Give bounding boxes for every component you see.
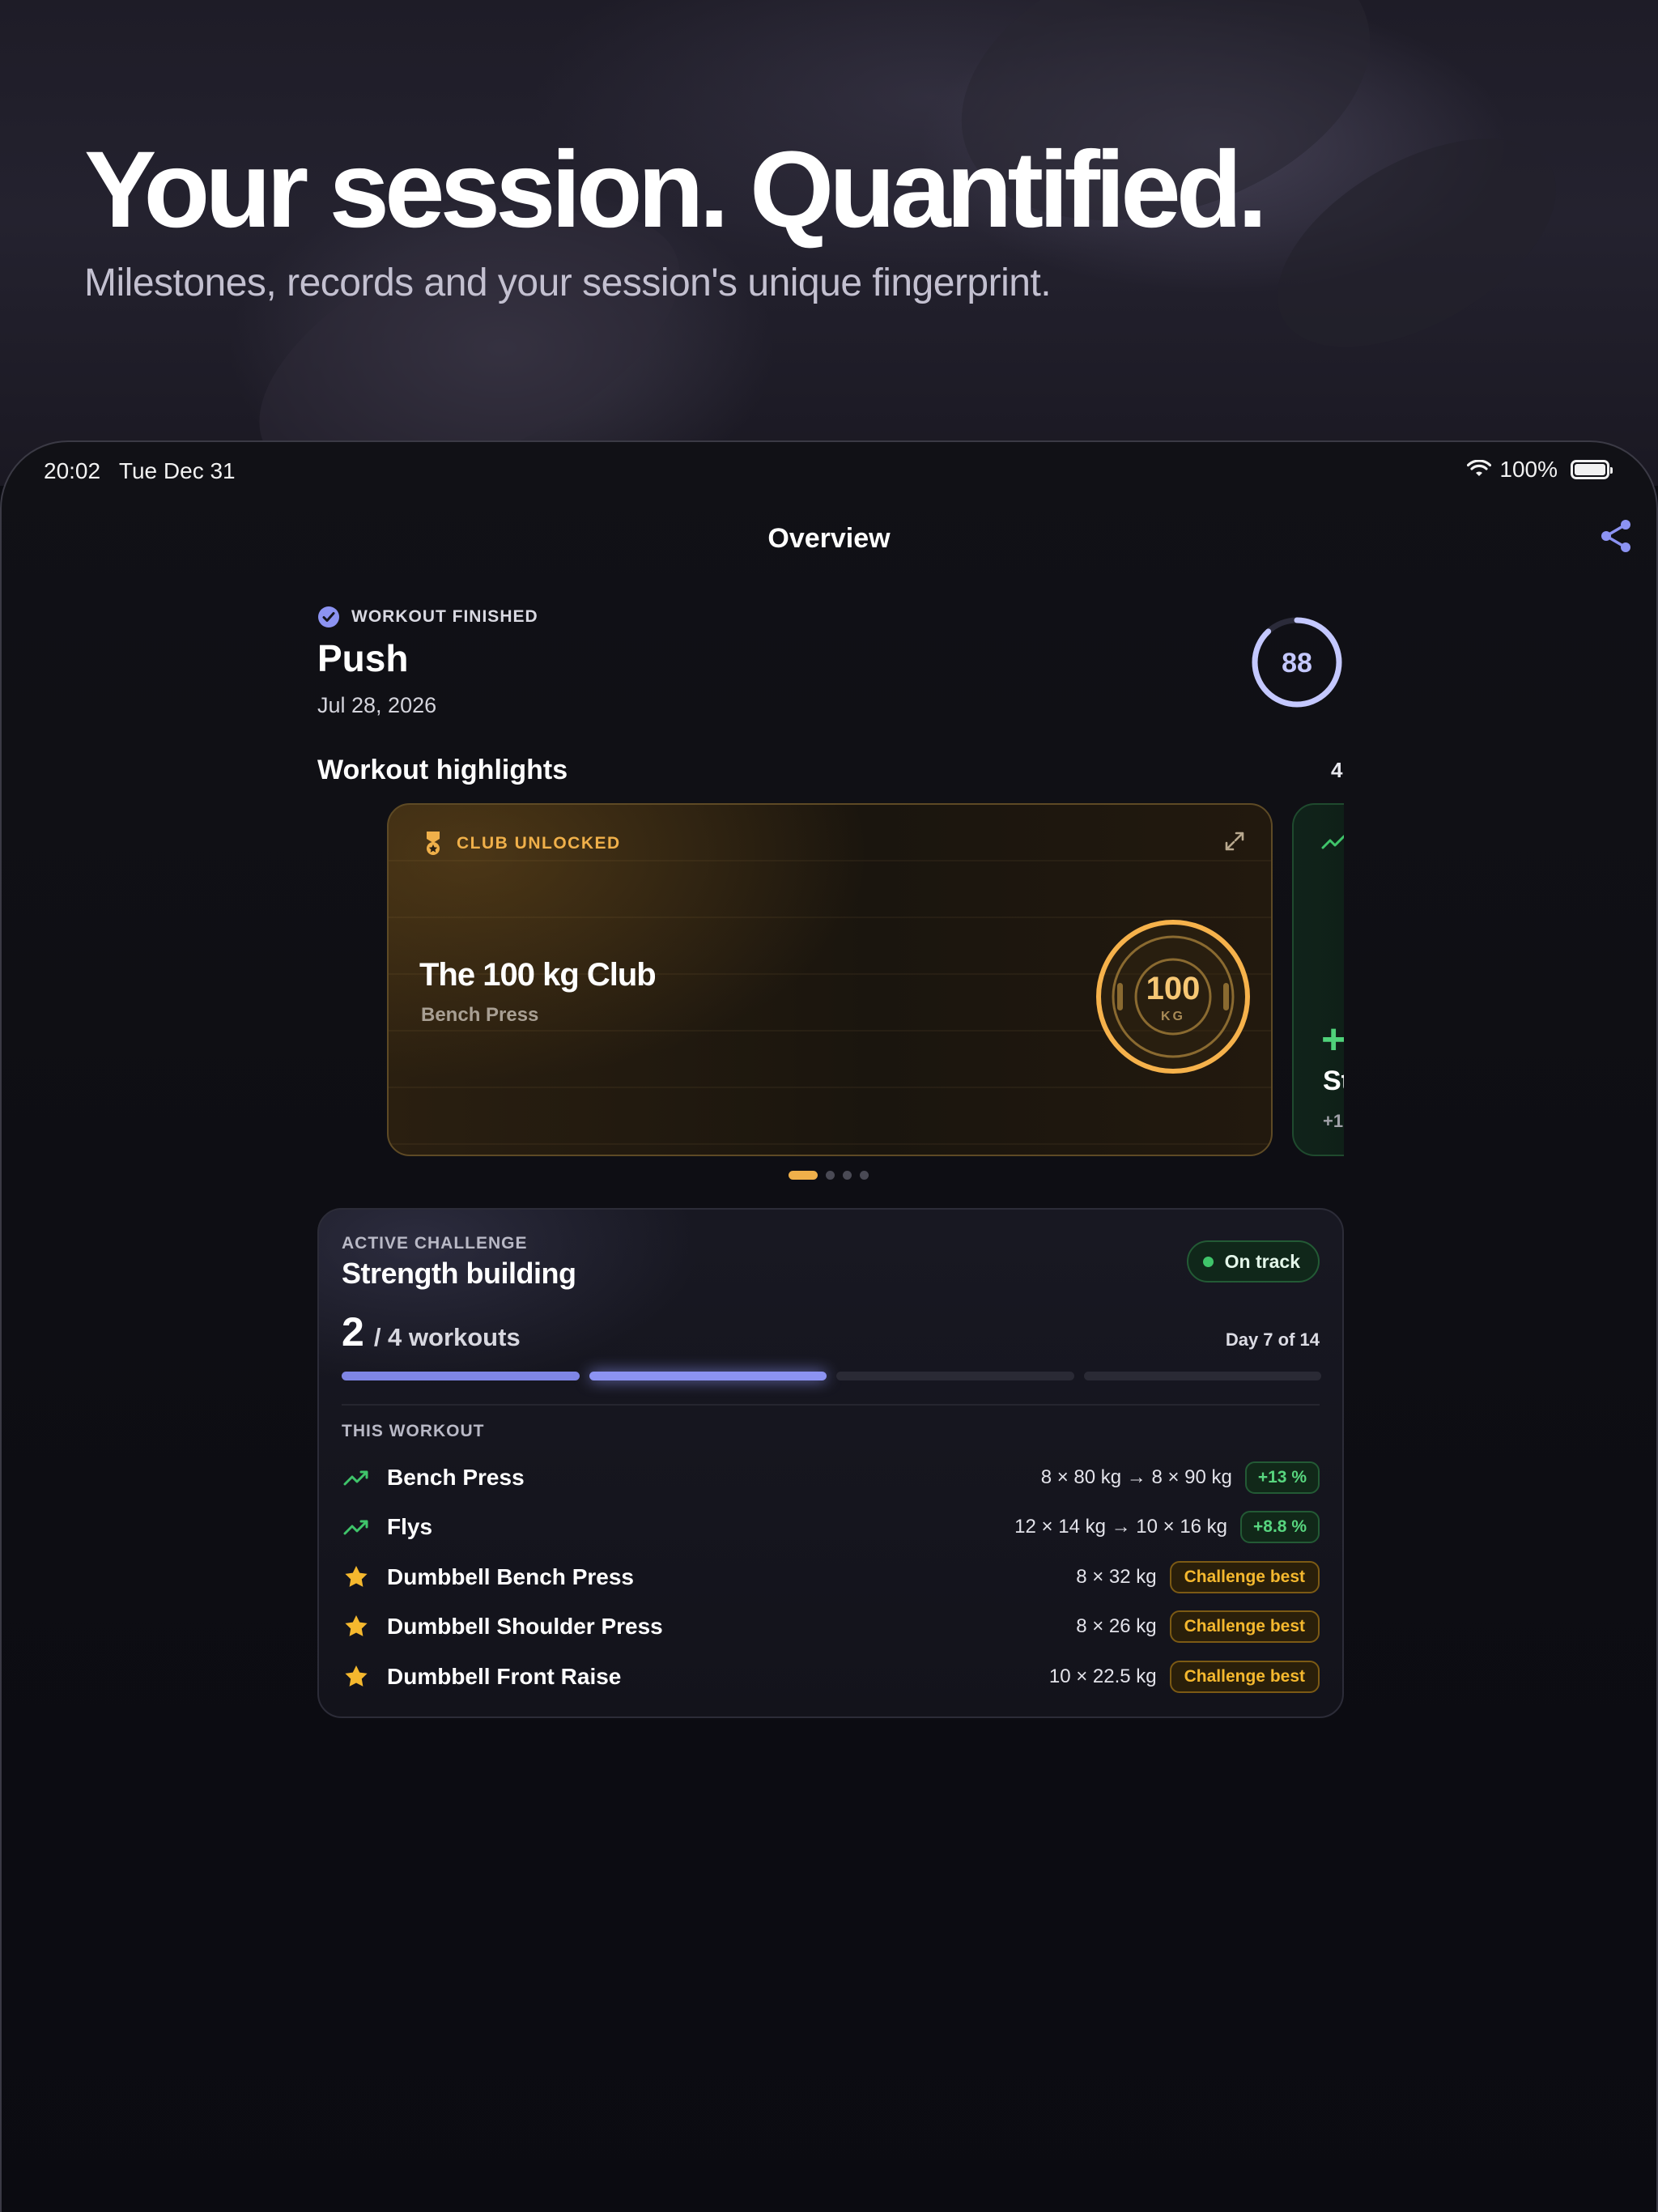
medal-ribbon-icon [427,832,440,855]
check-badge-icon [318,606,339,627]
wifi-icon [1467,460,1492,476]
hero-subtitle: Milestones, records and your session's u… [84,262,1052,304]
score-value: 88 [1282,648,1312,678]
exercise-detail: 10 × 22.5 kg [1048,1665,1157,1687]
challenge-best-badge: Challenge best [1169,1560,1320,1593]
workout-name: Push [317,637,409,679]
exercise-list: Bench Press 8 × 80 kg → 8 × 90 kg +13 % Fly… [342,1453,1320,1702]
exercise-name: Dumbbell Bench Press [387,1563,634,1589]
exercise-name: Dumbbell Shoulder Press [387,1614,663,1640]
exercise-row[interactable]: Dumbbell Front Raise 10 × 22.5 kg Challeng… [342,1652,1320,1702]
star-icon [342,1563,371,1592]
medal-unit: KG [1161,1010,1185,1023]
status-time: 20:02 Tue Dec 31 [44,458,236,484]
exercise-name: Dumbbell Front Raise [387,1663,622,1689]
carousel-dot[interactable] [826,1171,835,1180]
exercise-row[interactable]: Bench Press 8 × 80 kg → 8 × 90 kg +13 % [342,1453,1320,1503]
challenge-progress: 2 / 4 workouts [342,1308,521,1355]
highlight-card-strength[interactable]: + St +1 [1292,803,1344,1156]
expand-icon[interactable] [1222,829,1247,853]
medal-value: 100 [1146,971,1201,1006]
status-date: Tue Dec 31 [118,458,236,483]
highlight-next-subtitle: +1 [1323,1111,1344,1131]
challenge-title: Strength building [342,1257,576,1290]
carousel-dot[interactable] [843,1171,852,1180]
status-bar: 20:02 Tue Dec 31 100% [2,442,1656,500]
plus-icon: + [1321,1016,1344,1063]
status-indicators: 100% [1467,457,1613,483]
challenge-eyebrow: ACTIVE CHALLENGE [342,1234,528,1253]
star-icon [342,1662,371,1691]
status-badge: On track [1186,1240,1320,1283]
progress-segment [589,1372,827,1380]
exercise-name: Bench Press [387,1464,525,1490]
status-clock: 20:02 [44,458,101,483]
exercise-result: 12 × 14 kg → 10 × 16 kg +8.8 % [1014,1511,1320,1544]
exercise-detail: 8 × 26 kg [1076,1615,1157,1638]
exercise-row[interactable]: Flys 12 × 14 kg → 10 × 16 kg +8.8 % [342,1503,1320,1553]
score-ring[interactable]: 88 [1250,615,1344,709]
trend-up-icon [1321,835,1344,849]
exercise-detail: 8 × 32 kg [1076,1565,1157,1588]
challenge-day: Day 7 of 14 [1225,1329,1320,1350]
workout-status-label: WORKOUT FINISHED [351,607,538,626]
share-icon[interactable] [1596,517,1635,555]
carousel-dot[interactable] [860,1171,869,1180]
workout-status-row: WORKOUT FINISHED [317,606,538,628]
challenge-progress-total: / 4 workouts [373,1323,521,1351]
progress-segment [836,1372,1074,1380]
improvement-badge: +8.8 % [1240,1511,1320,1544]
club-exercise: Bench Press [421,1004,539,1026]
challenge-progress-done: 2 [342,1309,364,1355]
exercise-detail: 8 × 80 kg → 8 × 90 kg [1040,1465,1232,1488]
weight-plate-medal: 100 KG [1096,920,1250,1074]
exercise-result: 8 × 32 kg Challenge best [1076,1560,1320,1593]
carousel-dot[interactable] [789,1171,818,1180]
exercise-detail: 12 × 14 kg → 10 × 16 kg [1014,1516,1228,1538]
progress-segment [1083,1372,1321,1380]
trend-up-icon [342,1512,371,1542]
highlights-count: 4 [1331,758,1343,782]
carousel-page-indicator[interactable] [789,1171,869,1180]
active-challenge-card[interactable]: ACTIVE CHALLENGE Strength building On tr… [317,1208,1344,1718]
status-dot-icon [1202,1256,1214,1267]
trend-up-icon [342,1463,371,1492]
exercise-result: 8 × 26 kg Challenge best [1076,1610,1320,1644]
club-tag-label: CLUB UNLOCKED [457,834,621,853]
highlights-title: Workout highlights [317,755,568,785]
battery-percent: 100% [1499,457,1558,482]
exercise-result: 10 × 22.5 kg Challenge best [1048,1660,1320,1693]
hero-title: Your session. Quantified. [84,130,1268,250]
exercise-row[interactable]: Dumbbell Bench Press 8 × 32 kg Challenge b… [342,1552,1320,1602]
progress-segment [342,1372,580,1380]
challenge-progress-bar [342,1372,1321,1380]
exercise-name: Flys [387,1514,433,1540]
highlight-next-title: St [1323,1066,1344,1096]
challenge-best-badge: Challenge best [1169,1610,1320,1644]
workout-date: Jul 28, 2026 [317,693,437,717]
star-icon [342,1612,371,1641]
divider [342,1404,1320,1406]
highlight-card-club[interactable]: CLUB UNLOCKED The 100 kg Club Bench Pres… [387,803,1273,1156]
battery-icon [1571,460,1613,479]
club-tag: CLUB UNLOCKED [424,831,621,857]
highlight-card-next-clip: + St +1 [1292,803,1344,1159]
club-title: The 100 kg Club [419,957,657,993]
exercise-result: 8 × 80 kg → 8 × 90 kg +13 % [1041,1461,1320,1494]
improvement-badge: +13 % [1244,1461,1320,1494]
exercise-row[interactable]: Dumbbell Shoulder Press 8 × 26 kg Challeng… [342,1602,1320,1653]
page-title: Overview [767,523,891,554]
hero-banner: Your session. Quantified. Milestones, re… [0,0,1658,486]
status-badge-label: On track [1224,1250,1300,1272]
this-workout-label: THIS WORKOUT [342,1422,485,1440]
device-screen: 20:02 Tue Dec 31 100% Overview WORKOUT F… [0,440,1658,2212]
challenge-best-badge: Challenge best [1169,1660,1320,1693]
